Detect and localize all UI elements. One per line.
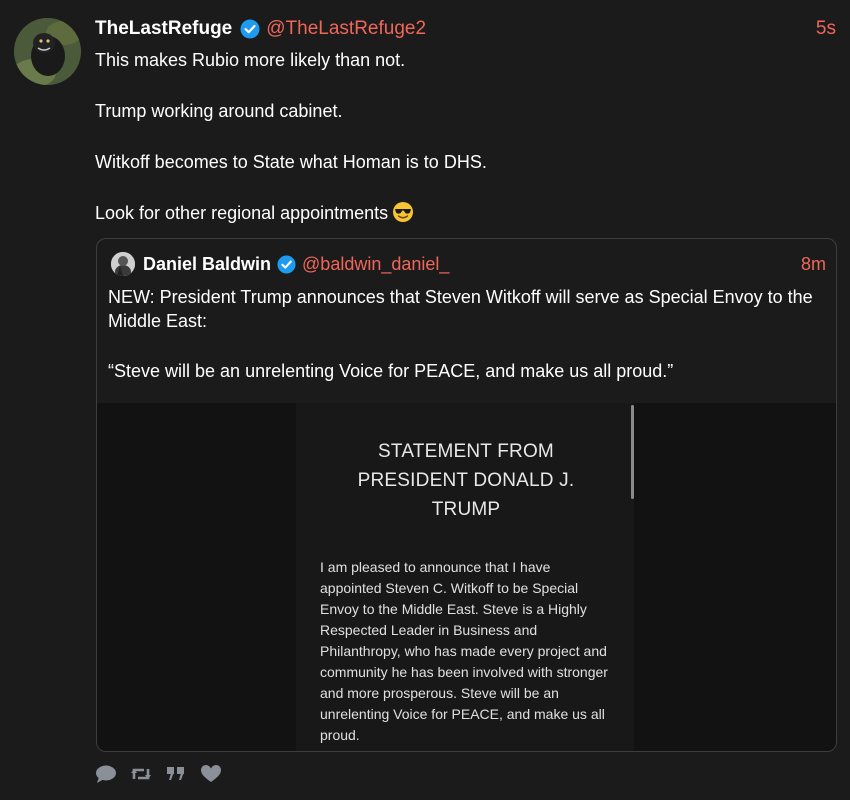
author-name[interactable]: TheLastRefuge [95,18,232,40]
statement-document: STATEMENT FROM PRESIDENT DONALD J. TRUMP… [296,403,634,751]
quoted-paragraph: NEW: President Trump announces that Stev… [108,287,813,331]
statement-line: appointed Steven C. Witkoff to be Specia… [320,580,579,596]
verified-badge-icon [277,254,296,274]
quoted-author-name[interactable]: Daniel Baldwin [143,254,271,275]
quoted-post-timestamp[interactable]: 8m [801,254,826,275]
post-actions [95,764,235,784]
repost-icon[interactable] [130,764,152,784]
sunglasses-emoji-icon [392,201,414,223]
quote-icon[interactable] [165,764,187,784]
post-body: This makes Rubio more likely than not. T… [95,48,815,252]
statement-line: Respected Leader in Business and [320,622,538,638]
statement-line: proud. [320,727,360,743]
statement-title-line: STATEMENT FROM [378,441,554,462]
post-paragraph: Trump working around cabinet. [95,101,343,121]
statement-line: I am pleased to announce that I have [320,559,551,575]
statement-title-line: TRUMP [431,499,501,520]
author-handle[interactable]: @TheLastRefuge2 [266,18,426,40]
statement-line: Envoy to the Middle East. Steve is a Hig… [320,601,587,617]
like-icon[interactable] [200,764,222,784]
statement-title: STATEMENT FROM PRESIDENT DONALD J. TRUMP [336,437,596,524]
quoted-post[interactable]: Daniel Baldwin @baldwin_daniel_ 8m NEW: … [96,238,837,752]
statement-line: community he has been involved with stro… [320,664,608,680]
reply-icon[interactable] [95,764,117,784]
quoted-paragraph: “Steve will be an unrelenting Voice for … [108,361,674,381]
statement-body: I am pleased to announce that I have app… [320,557,620,746]
post-paragraph-last: Look for other regional appointments [95,201,815,226]
post-paragraph-text: Look for other regional appointments [95,203,389,223]
statement-line: unrelenting Voice for PEACE, and make us… [320,706,605,722]
statement-title-line: PRESIDENT DONALD J. [357,470,575,491]
statement-line: and more prosperous. Steve will be an [320,685,559,701]
statement-scrollbar[interactable] [631,405,634,499]
quoted-author-handle[interactable]: @baldwin_daniel_ [302,254,449,275]
verified-badge-icon [240,19,260,39]
quoted-post-image[interactable]: STATEMENT FROM PRESIDENT DONALD J. TRUMP… [97,403,836,751]
author-avatar[interactable] [14,18,81,85]
post-header: TheLastRefuge @TheLastRefuge2 5s [95,16,836,42]
post-paragraph: Witkoff becomes to State what Homan is t… [95,152,487,172]
quoted-post-body: NEW: President Trump announces that Stev… [108,285,828,409]
post-paragraph: This makes Rubio more likely than not. [95,50,406,70]
quoted-post-header: Daniel Baldwin @baldwin_daniel_ 8m [111,251,826,277]
post-timestamp[interactable]: 5s [816,18,836,40]
statement-line: Philanthropy, who has made every project… [320,643,607,659]
quoted-author-avatar[interactable] [111,252,135,276]
